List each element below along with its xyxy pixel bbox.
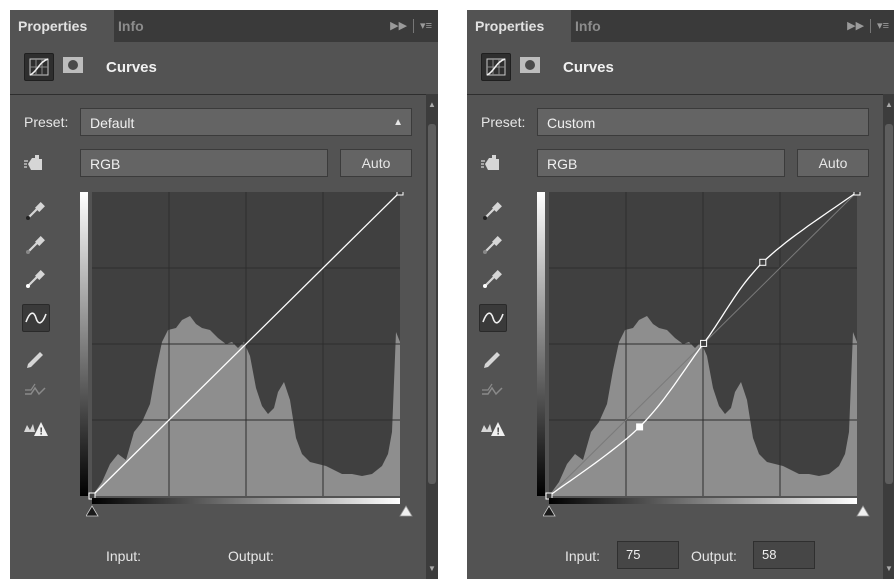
panel-tab-bar: Properties Info ▶▶ ▾≡ [467,10,894,42]
preset-label: Preset: [481,114,526,130]
svg-text:!: ! [497,427,500,438]
black-point-eyedropper-icon[interactable] [22,198,48,224]
hand-adjust-icon[interactable] [22,150,48,176]
panel-tab-bar: Properties Info ▶▶ ▾≡ [10,10,438,42]
panel-scrollbar[interactable]: ▲ ▼ [426,94,438,579]
smooth-curve-icon[interactable] [22,378,48,404]
scrollbar-thumb[interactable] [885,124,893,484]
channel-value: RGB [90,156,121,172]
svg-text:!: ! [40,427,43,438]
clipping-warning-icon[interactable]: ! [22,416,48,442]
panel-menu-icon[interactable]: ▾≡ [877,20,889,32]
black-white-sliders[interactable] [86,504,430,518]
white-point-eyedropper-icon[interactable] [22,266,48,292]
layer-mask-icon[interactable] [517,54,543,76]
gray-point-eyedropper-icon[interactable] [479,232,505,258]
smooth-curve-icon[interactable] [479,378,505,404]
white-point-eyedropper-icon[interactable] [479,266,505,292]
panel-title: Curves [563,59,614,76]
updown-arrow-icon: ▲ [393,117,403,128]
input-field[interactable]: 75 [617,541,679,569]
black-white-sliders[interactable] [543,504,887,518]
curve-graph[interactable] [537,192,869,504]
preset-dropdown[interactable]: Custom [537,108,869,136]
panel-title: Curves [106,59,157,76]
black-point-slider [86,505,99,517]
adjustment-title-row: Curves [10,42,438,95]
preset-dropdown[interactable]: Default ▲ [80,108,412,136]
output-field[interactable]: 58 [753,541,815,569]
output-gradient-bar [537,192,545,496]
white-point-slider [399,505,413,517]
scrollbar-thumb[interactable] [428,124,436,484]
preset-label: Preset: [24,114,69,130]
curve-control-point[interactable] [396,192,404,196]
curve-graph[interactable] [80,192,412,504]
adjustment-title-row: Curves [467,42,894,95]
properties-panel-custom: Properties Info ▶▶ ▾≡ Curves Preset: Cust… [467,10,894,579]
double-chevron-icon[interactable]: ▶▶ [390,20,407,32]
hand-adjust-icon[interactable] [479,150,505,176]
output-label: Output: [691,548,737,564]
input-label: Input: [565,548,601,564]
panel-menu[interactable]: ▶▶ ▾≡ [390,10,432,42]
panel-menu-icon[interactable]: ▾≡ [420,20,432,32]
double-chevron-icon[interactable]: ▶▶ [847,20,864,32]
channel-dropdown[interactable]: RGB [537,149,785,177]
auto-button[interactable]: Auto [340,149,412,177]
black-point-slider [543,505,556,517]
white-point-slider [856,505,870,517]
edit-points-curve-icon[interactable] [479,304,507,332]
panel-menu[interactable]: ▶▶ ▾≡ [847,10,889,42]
gray-point-eyedropper-icon[interactable] [22,232,48,258]
pencil-draw-icon[interactable] [22,344,48,370]
curve-control-point[interactable] [759,258,767,266]
curve-control-point[interactable] [700,339,708,347]
layer-mask-icon[interactable] [60,54,86,76]
tab-info[interactable]: Info [110,10,152,42]
tab-properties[interactable]: Properties [10,10,114,42]
channel-value: RGB [547,156,578,172]
panel-scrollbar[interactable]: ▲ ▼ [883,94,894,579]
channel-dropdown[interactable]: RGB [80,149,328,177]
tab-properties[interactable]: Properties [467,10,571,42]
output-label: Output: [228,548,274,564]
curves-adjustment-icon[interactable] [24,53,54,81]
preset-value: Custom [547,115,596,131]
auto-button[interactable]: Auto [797,149,869,177]
preset-value: Default [90,115,135,131]
input-label: Input: [106,548,142,564]
properties-panel-default: Properties Info ▶▶ ▾≡ Curves Preset: Defa… [10,10,438,579]
curves-adjustment-icon[interactable] [481,53,511,81]
curve-control-point[interactable] [853,192,861,196]
black-point-eyedropper-icon[interactable] [479,198,505,224]
edit-points-curve-icon[interactable] [22,304,50,332]
curve-control-point[interactable] [636,423,644,431]
tab-info[interactable]: Info [567,10,609,42]
pencil-draw-icon[interactable] [479,344,505,370]
clipping-warning-icon[interactable]: ! [479,416,505,442]
